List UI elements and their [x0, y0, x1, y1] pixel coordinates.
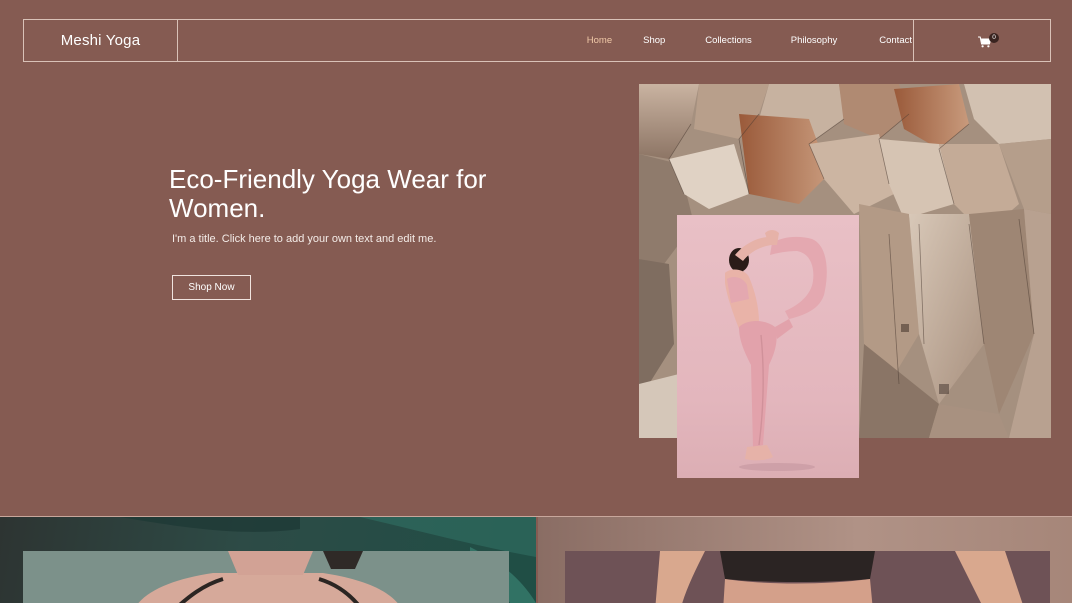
tile-left-panel — [23, 551, 509, 603]
model-shoulders-illustration — [138, 551, 398, 603]
yoga-model-photo — [677, 215, 859, 478]
shop-now-button[interactable]: Shop Now — [172, 275, 251, 300]
hero-title: Eco-Friendly Yoga Wear for Women. — [169, 164, 487, 223]
tile-right-panel — [565, 551, 1050, 603]
cart-count-badge: 0 — [989, 33, 999, 43]
yoga-pose-illustration — [725, 230, 827, 471]
nav-item-home[interactable]: Home — [587, 35, 612, 46]
hero-subtitle: I'm a title. Click here to add your own … — [172, 233, 437, 245]
site-header: Meshi Yoga Home Shop Collections Philoso… — [23, 19, 1051, 62]
logo-container: Meshi Yoga — [24, 20, 178, 61]
nav-item-contact[interactable]: Contact — [879, 35, 912, 46]
nav-item-collections[interactable]: Collections — [705, 35, 751, 46]
collection-tile-left[interactable] — [0, 517, 536, 603]
model-waist-illustration — [655, 551, 1023, 603]
nav-item-shop[interactable]: Shop — [643, 35, 665, 46]
cart-container: 0 — [913, 20, 1050, 61]
collection-tile-right[interactable] — [538, 517, 1072, 603]
nav-item-philosophy[interactable]: Philosophy — [791, 35, 837, 46]
site-logo[interactable]: Meshi Yoga — [61, 32, 141, 49]
main-nav: Home Shop Collections Philosophy Contact — [587, 20, 912, 61]
